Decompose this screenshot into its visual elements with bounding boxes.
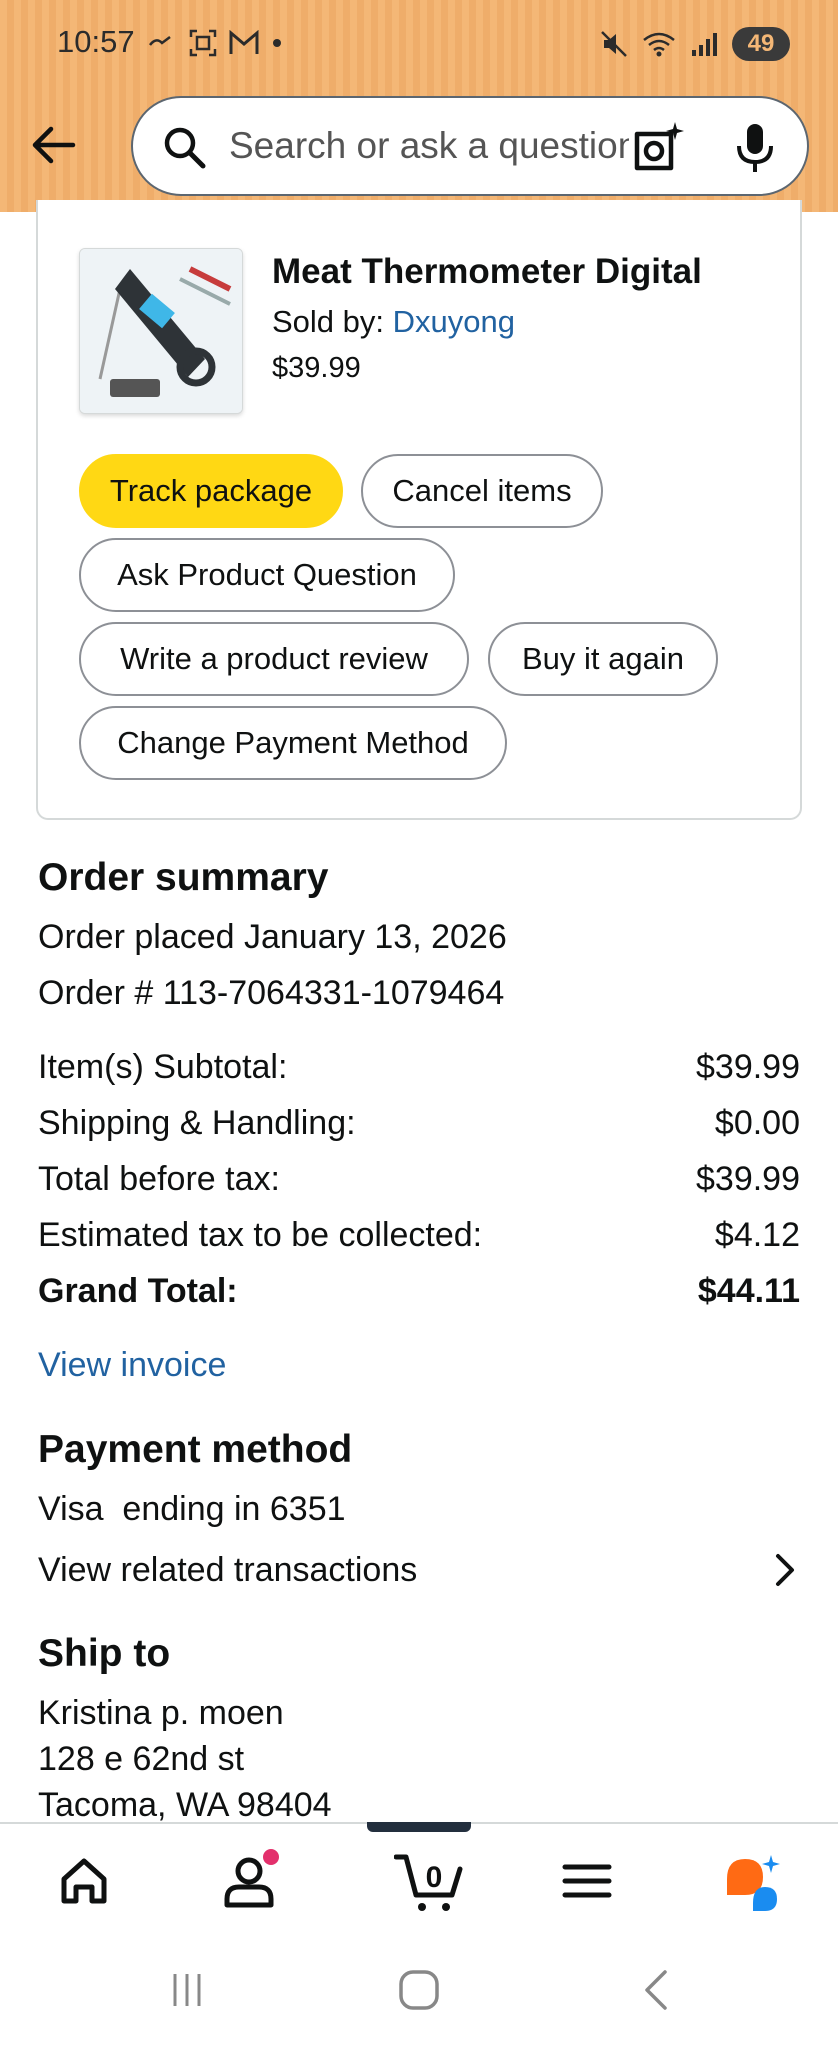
summary-row-grand-total: Grand Total: $44.11: [38, 1272, 800, 1311]
summary-row-value: $39.99: [696, 1048, 800, 1086]
mute-icon: [601, 31, 627, 57]
product-price: $39.99: [272, 352, 361, 384]
microphone-icon[interactable]: [727, 120, 783, 176]
rufus-icon: [727, 1855, 780, 1911]
person-icon: [224, 1849, 279, 1908]
payment-method-title: Payment method: [38, 1428, 353, 1471]
product-title[interactable]: Meat Thermometer Digital: [272, 252, 792, 292]
track-package-button[interactable]: Track package: [79, 454, 343, 528]
app-header: 10:57 49 Search or ask a question: [0, 0, 838, 212]
nav-cart[interactable]: 0: [384, 1846, 474, 1916]
battery-indicator: 49: [732, 27, 790, 61]
product-image[interactable]: [79, 248, 243, 414]
search-bar[interactable]: [131, 96, 809, 196]
home-icon: [61, 1858, 107, 1904]
related-transactions-label: View related transactions: [38, 1550, 418, 1589]
back-system-button[interactable]: [622, 1960, 692, 2020]
payment-card: Visa ending in 6351: [38, 1490, 346, 1528]
status-notification-icons: [148, 27, 284, 59]
cart-count: 0: [426, 1861, 443, 1894]
ship-to-name: Kristina p. moen: [38, 1694, 284, 1732]
signal-icon: [692, 33, 717, 56]
nav-menu[interactable]: [552, 1846, 622, 1916]
hamburger-icon: [562, 1864, 612, 1898]
search-icon: [161, 124, 207, 170]
order-details-page: 10:57 49 Search or ask a question Meat T…: [0, 0, 838, 2048]
view-invoice-link[interactable]: View invoice: [38, 1346, 226, 1385]
gmail-icon: [229, 30, 259, 54]
summary-row-value: $0.00: [714, 1104, 800, 1142]
wifi-icon: [643, 32, 675, 57]
buy-it-again-button[interactable]: Buy it again: [488, 622, 718, 696]
summary-row-tax: Estimated tax to be collected: $4.12: [38, 1216, 800, 1255]
back-chevron-icon: [645, 1970, 667, 2010]
order-placed-date: Order placed January 13, 2026: [38, 918, 507, 956]
change-payment-method-button[interactable]: Change Payment Method: [79, 706, 507, 780]
arrow-left-icon: [32, 126, 76, 164]
ship-to-city: Tacoma, WA 98404: [38, 1786, 332, 1822]
summary-row-label: Estimated tax to be collected:: [38, 1216, 483, 1254]
status-system-icons: 49: [600, 24, 790, 64]
selected-tab-indicator: [367, 1822, 471, 1832]
summary-row-value: $4.12: [714, 1216, 800, 1254]
summary-row-shipping: Shipping & Handling: $0.00: [38, 1104, 800, 1143]
write-review-button[interactable]: Write a product review: [79, 622, 469, 696]
search-input[interactable]: [229, 116, 629, 176]
home-system-button[interactable]: [384, 1960, 454, 2020]
recent-apps-button[interactable]: [152, 1960, 222, 2020]
summary-row-label: Item(s) Subtotal:: [38, 1048, 288, 1086]
nav-assistant[interactable]: [716, 1846, 786, 1916]
sold-by: Sold by: Dxuyong: [272, 304, 515, 340]
status-time: 10:57: [57, 24, 135, 59]
camera-sparkle-icon[interactable]: [631, 120, 687, 176]
ask-product-question-button[interactable]: Ask Product Question: [79, 538, 455, 612]
ship-to-title: Ship to: [38, 1632, 171, 1675]
nav-account[interactable]: [216, 1846, 286, 1916]
view-related-transactions[interactable]: View related transactions: [38, 1540, 800, 1600]
sold-by-label: Sold by:: [272, 304, 393, 339]
cancel-items-button[interactable]: Cancel items: [361, 454, 603, 528]
summary-row-before-tax: Total before tax: $39.99: [38, 1160, 800, 1199]
home-circle-icon: [399, 1970, 439, 2010]
summary-row-label: Shipping & Handling:: [38, 1104, 356, 1142]
back-button[interactable]: [26, 118, 80, 172]
summary-row-subtotal: Item(s) Subtotal: $39.99: [38, 1048, 800, 1087]
cart-icon: 0: [394, 1854, 463, 1911]
nav-home[interactable]: [49, 1846, 119, 1916]
summary-row-label: Grand Total:: [38, 1272, 238, 1310]
summary-row-label: Total before tax:: [38, 1160, 280, 1198]
summary-row-value: $44.11: [697, 1272, 800, 1310]
chevron-right-icon: [776, 1554, 794, 1586]
recent-apps-icon: [173, 1974, 201, 2006]
seller-link[interactable]: Dxuyong: [393, 304, 515, 339]
product-card: Meat Thermometer Digital Sold by: Dxuyon…: [36, 200, 802, 820]
missed-call-icon: [149, 36, 171, 46]
screenshot-icon: [189, 29, 217, 57]
order-summary-title: Order summary: [38, 856, 329, 899]
order-number: Order # 113-7064331-1079464: [38, 974, 505, 1012]
ship-to-street: 128 e 62nd st: [38, 1740, 245, 1778]
summary-row-value: $39.99: [696, 1160, 800, 1198]
dot-icon: [273, 39, 281, 47]
